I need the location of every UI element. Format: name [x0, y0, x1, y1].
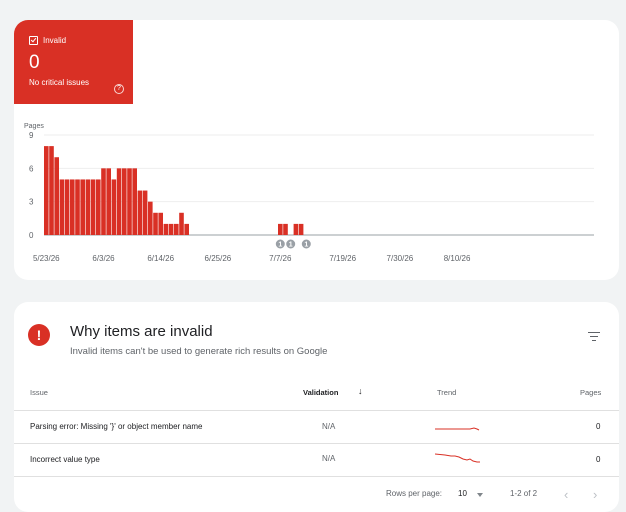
validation-status: N/A: [322, 422, 336, 431]
chart-bar[interactable]: [293, 223, 299, 235]
chart-bar[interactable]: [122, 168, 127, 235]
x-tick-label: 6/3/26: [92, 254, 115, 263]
rows-per-page-label: Rows per page:: [386, 489, 443, 498]
chart-bar[interactable]: [111, 179, 117, 235]
issue-name[interactable]: Parsing error: Missing '}' or object mem…: [30, 422, 202, 431]
chart-bar[interactable]: [174, 223, 179, 235]
checkbox-checked-icon[interactable]: [29, 36, 38, 45]
chart-annotations: 111: [274, 238, 312, 250]
chart-bar[interactable]: [283, 223, 288, 235]
column-header-validation[interactable]: Validation: [303, 388, 338, 397]
annotation-marker[interactable]: 1: [300, 238, 312, 250]
y-tick-label: 3: [29, 198, 34, 207]
y-tick-label: 9: [29, 131, 34, 140]
chart-bar[interactable]: [163, 223, 169, 235]
svg-text:1: 1: [304, 242, 308, 249]
chart-bar[interactable]: [168, 223, 174, 235]
error-icon: !: [28, 324, 50, 346]
svg-text:1: 1: [278, 242, 282, 249]
column-header-pages[interactable]: Pages: [580, 388, 601, 397]
chart-bar[interactable]: [132, 168, 137, 235]
svg-text:1: 1: [289, 242, 293, 249]
chart-bar[interactable]: [153, 212, 158, 235]
x-tick-label: 8/10/26: [444, 254, 471, 263]
chart-bar[interactable]: [106, 168, 111, 235]
x-tick-label: 6/25/26: [205, 254, 232, 263]
y-tick-label: 6: [29, 164, 34, 173]
chart-bar[interactable]: [64, 179, 70, 235]
divider: [14, 410, 619, 411]
chart-bar[interactable]: [127, 168, 132, 235]
invalid-issues-card: ! Why items are invalid Invalid items ca…: [14, 302, 619, 512]
annotation-marker[interactable]: 1: [274, 238, 286, 250]
chart-bar[interactable]: [158, 212, 163, 235]
section-title: Why items are invalid: [70, 323, 213, 340]
chart-bar[interactable]: [75, 179, 80, 235]
chart-bar[interactable]: [80, 179, 85, 235]
sort-descending-icon[interactable]: ↓: [358, 386, 363, 396]
tile-description: No critical issues: [29, 78, 90, 87]
y-tick-label: 0: [29, 231, 34, 240]
dropdown-arrow-icon[interactable]: [477, 493, 483, 497]
chart-bar[interactable]: [298, 223, 304, 235]
divider: [14, 476, 619, 477]
tile-count: 0: [29, 52, 40, 73]
chart-bar[interactable]: [96, 179, 101, 235]
chart-bar[interactable]: [85, 179, 91, 235]
tile-status-label: Invalid: [43, 36, 67, 45]
chart-bar[interactable]: [49, 146, 54, 235]
pages-count: 0: [596, 422, 601, 431]
chevron-right-icon[interactable]: ›: [593, 487, 597, 502]
y-axis-ticks: 0 3 6 9: [29, 131, 34, 240]
x-tick-label: 7/30/26: [387, 254, 414, 263]
pages-count: 0: [596, 455, 601, 464]
chart-bar[interactable]: [44, 146, 49, 235]
column-header-issue[interactable]: Issue: [30, 388, 48, 397]
issue-name[interactable]: Incorrect value type: [30, 455, 100, 464]
rows-per-page-select[interactable]: 10: [458, 489, 467, 498]
chart-bar[interactable]: [142, 190, 148, 235]
x-tick-label: 7/7/26: [269, 254, 292, 263]
chart-bar[interactable]: [54, 157, 59, 235]
help-icon[interactable]: ?: [114, 84, 124, 94]
annotation-marker[interactable]: 1: [285, 238, 297, 250]
chart-bar[interactable]: [101, 168, 106, 235]
y-axis-title: Pages: [24, 123, 44, 130]
chart-bar[interactable]: [70, 179, 75, 235]
pagination-range: 1-2 of 2: [510, 489, 538, 498]
chart-bar[interactable]: [179, 212, 184, 235]
coverage-chart-card: Invalid 0 No critical issues ? Pages 0 3 6…: [14, 20, 619, 280]
chart-bar[interactable]: [184, 223, 189, 235]
section-subtitle: Invalid items can't be used to generate …: [70, 346, 328, 357]
trend-sparkline: [435, 453, 480, 463]
chart-bar[interactable]: [278, 223, 283, 235]
trend-sparkline: [435, 427, 480, 431]
validation-status: N/A: [322, 454, 336, 463]
pages-bar-chart: Pages 0 3 6 9 5/23/26 6/3/26 6/14/26 6/25/26 7/…: [24, 123, 594, 263]
divider: [14, 443, 619, 444]
x-axis-ticks: 5/23/26 6/3/26 6/14/26 6/25/26 7/7/26 7/19/26…: [33, 254, 471, 263]
chart-bar[interactable]: [90, 179, 96, 235]
chart-bar[interactable]: [59, 179, 65, 235]
filter-icon[interactable]: [588, 332, 600, 342]
x-tick-label: 6/14/26: [147, 254, 174, 263]
x-tick-label: 5/23/26: [33, 254, 60, 263]
chart-bar[interactable]: [137, 190, 143, 235]
chart-bar[interactable]: [116, 168, 122, 235]
x-tick-label: 7/19/26: [329, 254, 356, 263]
chart-bars: [44, 146, 304, 235]
chevron-left-icon[interactable]: ‹: [564, 487, 568, 502]
chart-bar[interactable]: [148, 201, 153, 235]
column-header-trend: Trend: [437, 388, 457, 397]
invalid-status-tile[interactable]: Invalid 0 No critical issues ?: [14, 20, 133, 104]
